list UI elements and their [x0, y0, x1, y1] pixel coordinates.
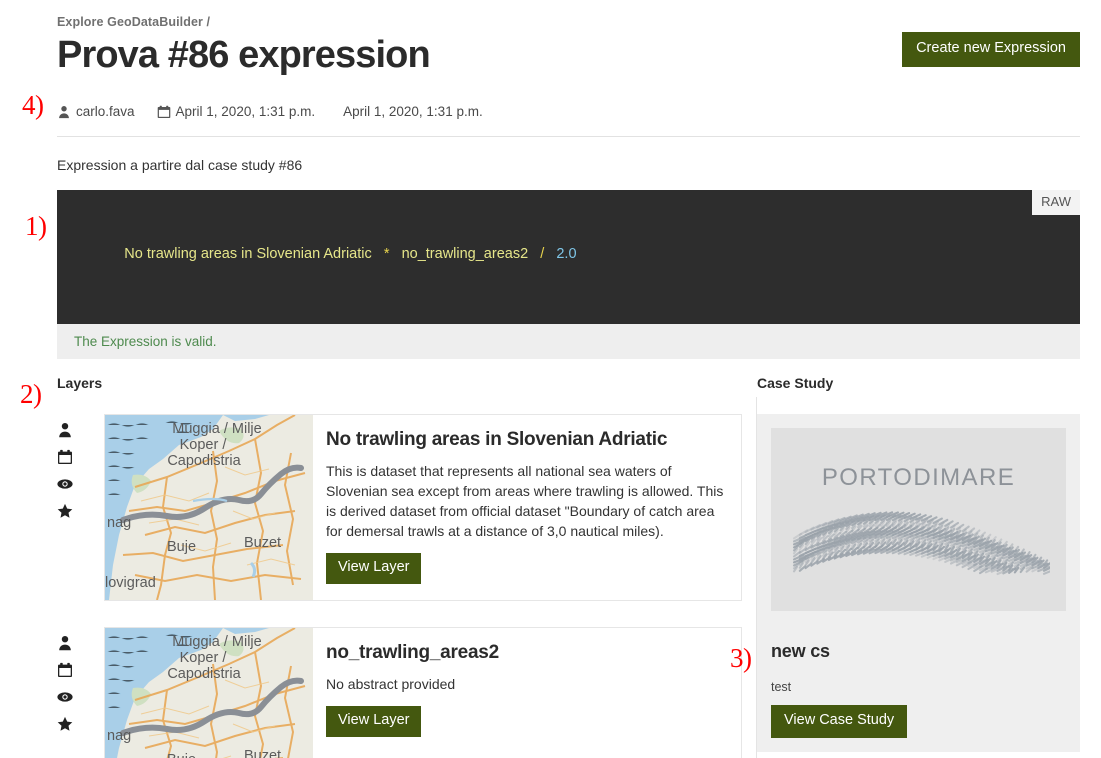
svg-text:nag: nag	[107, 515, 131, 531]
layer-map-thumbnail[interactable]: Muggia / Milje Koper / Capodistria nag B…	[105, 628, 313, 758]
page-root: 4) 1) 2) 3) Explore GeoDataBuilder / Pro…	[0, 0, 1101, 758]
layer-icon-column	[57, 627, 104, 758]
svg-text:Capodistria: Capodistria	[167, 453, 241, 469]
star-icon[interactable]	[57, 503, 73, 519]
layer-card-body: no_trawling_areas2 No abstract provided …	[313, 628, 515, 758]
token-space-2	[389, 246, 401, 262]
layer-map-thumbnail[interactable]: Muggia / Milje Koper / Capodistria nag B…	[105, 415, 313, 600]
svg-text:Buzet: Buzet	[244, 748, 281, 758]
annotation-marker-3: 3)	[730, 643, 752, 673]
case-study-heading: Case Study	[757, 375, 834, 391]
case-study-panel: PORTODIMARE new cs test View Case Study	[757, 414, 1080, 752]
svg-text:Capodistria: Capodistria	[167, 666, 241, 682]
modified-date-meta: April 1, 2020, 1:31 p.m.	[343, 104, 483, 119]
calendar-icon[interactable]	[57, 449, 73, 465]
layer-row: Muggia / Milje Koper / Capodistria nag B…	[57, 627, 742, 758]
case-study-description: test	[771, 680, 792, 694]
view-layer-button[interactable]: View Layer	[326, 705, 422, 737]
create-new-expression-button[interactable]: Create new Expression	[902, 32, 1080, 67]
token-space-3	[528, 246, 540, 262]
wave-logo-icon	[792, 510, 1050, 575]
breadcrumb[interactable]: Explore GeoDataBuilder /	[57, 0, 1080, 29]
svg-text:lovigrad: lovigrad	[105, 575, 156, 591]
layer-abstract: This is dataset that represents all nati…	[326, 462, 724, 539]
expression-token-layer-2: no_trawling_areas2	[401, 246, 529, 263]
calendar-icon	[157, 105, 171, 119]
annotation-marker-1: 1)	[25, 211, 47, 241]
created-date: April 1, 2020, 1:31 p.m.	[175, 103, 316, 119]
token-space-1	[372, 246, 384, 262]
layer-title: no_trawling_areas2	[326, 642, 499, 663]
svg-text:nag: nag	[107, 728, 131, 744]
expression-code-block[interactable]: RAW No trawling areas in Slovenian Adria…	[57, 190, 1080, 325]
created-date-meta: April 1, 2020, 1:31 p.m.	[157, 103, 316, 119]
author-meta: carlo.fava	[57, 104, 135, 119]
svg-text:Muggia / Milje: Muggia / Milje	[172, 421, 261, 437]
portodimare-logo-text: PORTODIMARE	[821, 463, 1016, 491]
user-icon[interactable]	[57, 635, 73, 651]
star-icon[interactable]	[57, 716, 73, 732]
layer-row: Muggia / Milje Koper / Capodistria nag B…	[57, 414, 742, 601]
eye-icon[interactable]	[57, 476, 73, 492]
header-divider	[57, 136, 1080, 138]
expression-token-layer-1: No trawling areas in Slovenian Adriatic	[124, 246, 372, 263]
layers-heading: Layers	[57, 375, 103, 391]
token-space-4	[544, 246, 556, 262]
svg-text:Koper /: Koper /	[180, 437, 228, 453]
svg-text:Koper /: Koper /	[180, 650, 228, 666]
raw-badge[interactable]: RAW	[1032, 190, 1080, 216]
expression-code-wrapper: RAW No trawling areas in Slovenian Adria…	[57, 190, 1080, 360]
svg-text:Buje: Buje	[167, 539, 196, 555]
user-icon[interactable]	[57, 422, 73, 438]
layer-title: No trawling areas in Slovenian Adriatic	[326, 429, 668, 450]
view-layer-button[interactable]: View Layer	[326, 552, 422, 584]
modified-date: April 1, 2020, 1:31 p.m.	[343, 103, 483, 119]
case-study-logo-image: PORTODIMARE	[771, 428, 1066, 611]
layer-card: Muggia / Milje Koper / Capodistria nag B…	[104, 627, 742, 758]
user-icon	[57, 105, 71, 119]
expression-token-number: 2.0	[556, 246, 577, 263]
layer-icon-column	[57, 414, 104, 601]
expression-note: Expression a partire dal case study #86	[57, 157, 303, 174]
metadata-row: carlo.fava April 1, 2020, 1:31 p.m. Apri…	[57, 101, 1080, 121]
case-study-column: Case Study PORTODIMARE new cs test View …	[757, 375, 1080, 752]
calendar-icon[interactable]	[57, 662, 73, 678]
layers-column: Layers Muggia / Milje Koper / Capodistri…	[57, 375, 742, 758]
case-study-title: new cs	[771, 641, 830, 661]
expression-code-line: No trawling areas in Slovenian Adriatic …	[84, 226, 1080, 283]
annotation-marker-2: 2)	[20, 379, 42, 409]
svg-text:Buzet: Buzet	[244, 535, 281, 551]
author-name: carlo.fava	[76, 103, 135, 119]
expression-validity-message: The Expression is valid.	[74, 334, 217, 350]
layer-abstract: No abstract provided	[326, 675, 456, 692]
layer-card: Muggia / Milje Koper / Capodistria nag B…	[104, 414, 742, 601]
view-case-study-button[interactable]: View Case Study	[771, 705, 908, 738]
layer-card-body: No trawling areas in Slovenian Adriatic …	[313, 415, 741, 600]
page-content: Explore GeoDataBuilder / Prova #86 expre…	[57, 0, 1080, 758]
svg-text:Muggia / Milje: Muggia / Milje	[172, 634, 261, 650]
svg-text:Buje: Buje	[167, 752, 196, 758]
expression-validity-bar: The Expression is valid.	[57, 324, 1080, 360]
annotation-marker-4: 4)	[22, 90, 44, 120]
eye-icon[interactable]	[57, 689, 73, 705]
